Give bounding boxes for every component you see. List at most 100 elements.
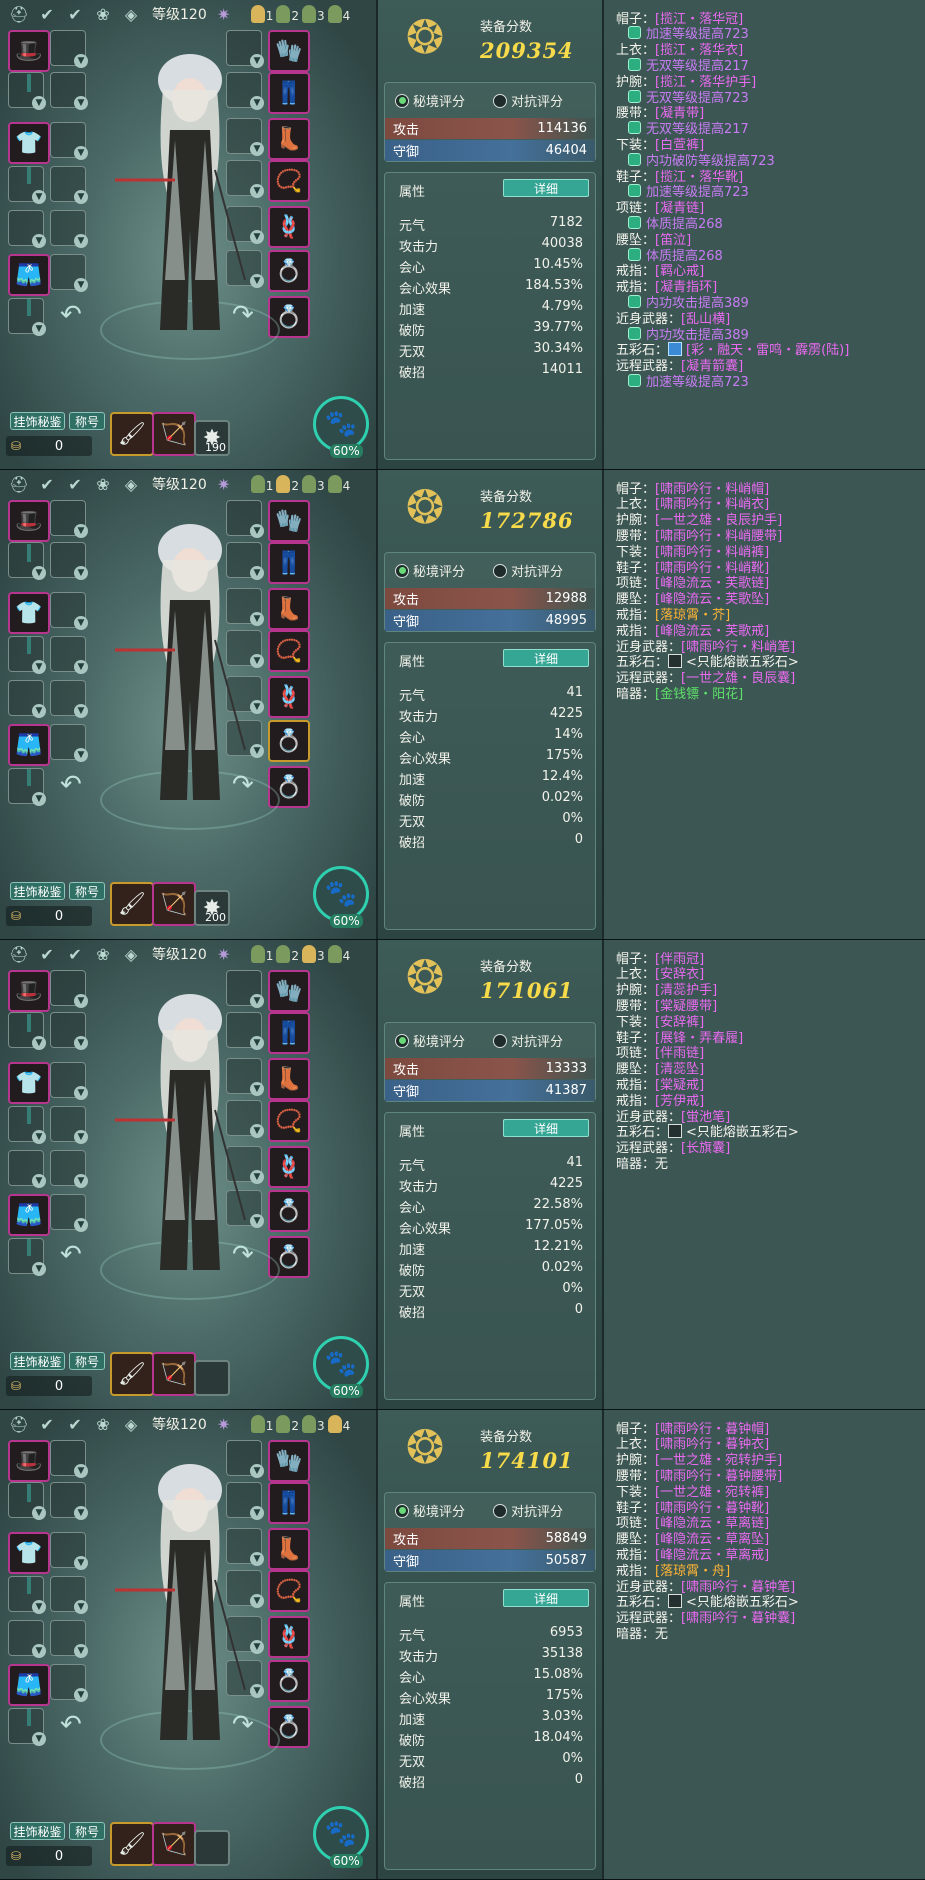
equip-slot[interactable]: 👖 (268, 542, 310, 584)
equip-slot[interactable]: 💍 (268, 1660, 310, 1702)
rotate-left-icon[interactable]: ↶ (60, 300, 82, 330)
equip-slot[interactable]: 👖 (268, 1482, 310, 1524)
chevron-down-icon[interactable]: ▼ (32, 660, 46, 674)
item-name[interactable]: [长旗囊] (681, 1137, 730, 1156)
tab-loadout-3[interactable]: 3 (302, 5, 325, 23)
equip-slot[interactable]: 📿 (268, 1570, 310, 1612)
chevron-down-icon[interactable]: ▼ (32, 1130, 46, 1144)
chevron-down-icon[interactable]: ▼ (32, 1732, 46, 1746)
tab-loadout-1[interactable]: 1 (250, 475, 273, 493)
check-icon[interactable]: ✔ (34, 473, 60, 495)
radio-secret-realm[interactable]: 秘境评分 (395, 1031, 465, 1050)
equip-slot[interactable]: 🎩 (8, 970, 50, 1012)
gem-icon[interactable]: ◈ (118, 1413, 144, 1435)
detail-button[interactable]: 详细 (503, 1589, 589, 1607)
title-button[interactable]: 称号 (69, 412, 105, 430)
equip-slot[interactable]: 🩳 (8, 1194, 50, 1236)
item-name[interactable]: [啸雨吟行・暮钟囊] (681, 1607, 795, 1626)
chevron-down-icon[interactable]: ▼ (32, 1262, 46, 1276)
tab-loadout-1[interactable]: 1 (250, 1415, 273, 1433)
equip-slot[interactable]: 👢 (268, 118, 310, 160)
item-name[interactable]: 无 (655, 1623, 668, 1642)
chevron-down-icon[interactable]: ▼ (74, 1506, 88, 1520)
equip-slot[interactable]: 👕 (8, 122, 50, 164)
chevron-down-icon[interactable]: ▼ (32, 704, 46, 718)
title-button[interactable]: 称号 (69, 1822, 105, 1840)
chevron-down-icon[interactable]: ▼ (74, 1036, 88, 1050)
equip-slot[interactable]: 🎩 (8, 500, 50, 542)
item-name[interactable]: [金钱镖・阳花] (655, 683, 743, 702)
tab-loadout-4[interactable]: 4 (327, 5, 350, 23)
hidden-weapon-slot[interactable] (194, 1830, 230, 1866)
tab-loadout-2[interactable]: 2 (276, 1415, 299, 1433)
equip-slot[interactable]: 🩳 (8, 1664, 50, 1706)
ranged-weapon-slot[interactable]: 🏹 (152, 1352, 196, 1396)
equip-slot[interactable]: 👕 (8, 1532, 50, 1574)
chevron-down-icon[interactable]: ▼ (74, 146, 88, 160)
equip-slot[interactable]: 🩳 (8, 254, 50, 296)
chevron-down-icon[interactable]: ▼ (74, 994, 88, 1008)
hidden-weapon-slot[interactable] (194, 1360, 230, 1396)
equip-slot[interactable]: 👖 (268, 1012, 310, 1054)
chevron-down-icon[interactable]: ▼ (32, 190, 46, 204)
detail-button[interactable]: 详细 (503, 1119, 589, 1137)
chevron-down-icon[interactable]: ▼ (32, 1036, 46, 1050)
tab-loadout-3[interactable]: 3 (302, 1415, 325, 1433)
ranged-weapon-slot[interactable]: 🏹 (152, 412, 196, 456)
equip-slot[interactable]: 🎩 (8, 30, 50, 72)
detail-button[interactable]: 详细 (503, 179, 589, 197)
chevron-down-icon[interactable]: ▼ (74, 748, 88, 762)
equip-slot[interactable]: 💍 (268, 250, 310, 292)
chevron-down-icon[interactable]: ▼ (74, 234, 88, 248)
chevron-down-icon[interactable]: ▼ (74, 1644, 88, 1658)
check-icon[interactable]: ✔ (34, 3, 60, 25)
chevron-down-icon[interactable]: ▼ (32, 1644, 46, 1658)
chevron-down-icon[interactable]: ▼ (32, 1174, 46, 1188)
equip-slot[interactable]: 🩳 (8, 724, 50, 766)
equip-slot[interactable]: 🧤 (268, 1440, 310, 1482)
equip-slot[interactable]: 💍 (268, 1190, 310, 1232)
chevron-down-icon[interactable]: ▼ (74, 190, 88, 204)
radio-secret-realm[interactable]: 秘境评分 (395, 561, 465, 580)
pendant-collection-button[interactable]: 挂饰秘鉴 (10, 412, 65, 430)
equip-slot[interactable]: 🪢 (268, 206, 310, 248)
chevron-down-icon[interactable]: ▼ (74, 1174, 88, 1188)
gem-icon[interactable]: ◈ (118, 943, 144, 965)
check-icon[interactable]: ✔ (62, 943, 88, 965)
chevron-down-icon[interactable]: ▼ (74, 1218, 88, 1232)
chevron-down-icon[interactable]: ▼ (32, 1506, 46, 1520)
detail-button[interactable]: 详细 (503, 649, 589, 667)
tab-loadout-4[interactable]: 4 (327, 945, 350, 963)
melee-weapon-slot[interactable]: 🖌 (110, 412, 154, 456)
hidden-weapon-slot[interactable]: ✸ 190 (194, 420, 230, 456)
item-name[interactable]: 无 (655, 1153, 668, 1172)
equip-slot[interactable]: 📿 (268, 1100, 310, 1142)
tab-loadout-1[interactable]: 1 (250, 945, 273, 963)
flower-icon[interactable]: ❀ (90, 473, 116, 495)
chevron-down-icon[interactable]: ▼ (74, 96, 88, 110)
title-button[interactable]: 称号 (69, 1352, 105, 1370)
equip-slot[interactable]: 💍 (268, 720, 310, 762)
equip-slot[interactable]: 🪢 (268, 1146, 310, 1188)
chevron-down-icon[interactable]: ▼ (74, 704, 88, 718)
radio-pvp[interactable]: 对抗评分 (493, 1031, 563, 1050)
melee-weapon-slot[interactable]: 🖌 (110, 1352, 154, 1396)
check-icon[interactable]: ✔ (62, 3, 88, 25)
chevron-down-icon[interactable]: ▼ (74, 278, 88, 292)
rotate-right-icon[interactable]: ↷ (232, 1240, 254, 1270)
tab-loadout-2[interactable]: 2 (276, 945, 299, 963)
equip-slot[interactable]: 👢 (268, 1058, 310, 1100)
equip-slot[interactable]: 🪢 (268, 1616, 310, 1658)
chevron-down-icon[interactable]: ▼ (74, 1130, 88, 1144)
rotate-left-icon[interactable]: ↶ (60, 770, 82, 800)
gem-icon[interactable]: ◈ (118, 473, 144, 495)
tab-loadout-2[interactable]: 2 (276, 475, 299, 493)
helmet-icon[interactable]: ⛑ (6, 1413, 32, 1435)
tab-loadout-4[interactable]: 4 (327, 475, 350, 493)
chevron-down-icon[interactable]: ▼ (32, 566, 46, 580)
flower-icon[interactable]: ❀ (90, 1413, 116, 1435)
title-button[interactable]: 称号 (69, 882, 105, 900)
equip-slot[interactable]: 👢 (268, 1528, 310, 1570)
ranged-weapon-slot[interactable]: 🏹 (152, 882, 196, 926)
equip-slot[interactable]: 👢 (268, 588, 310, 630)
